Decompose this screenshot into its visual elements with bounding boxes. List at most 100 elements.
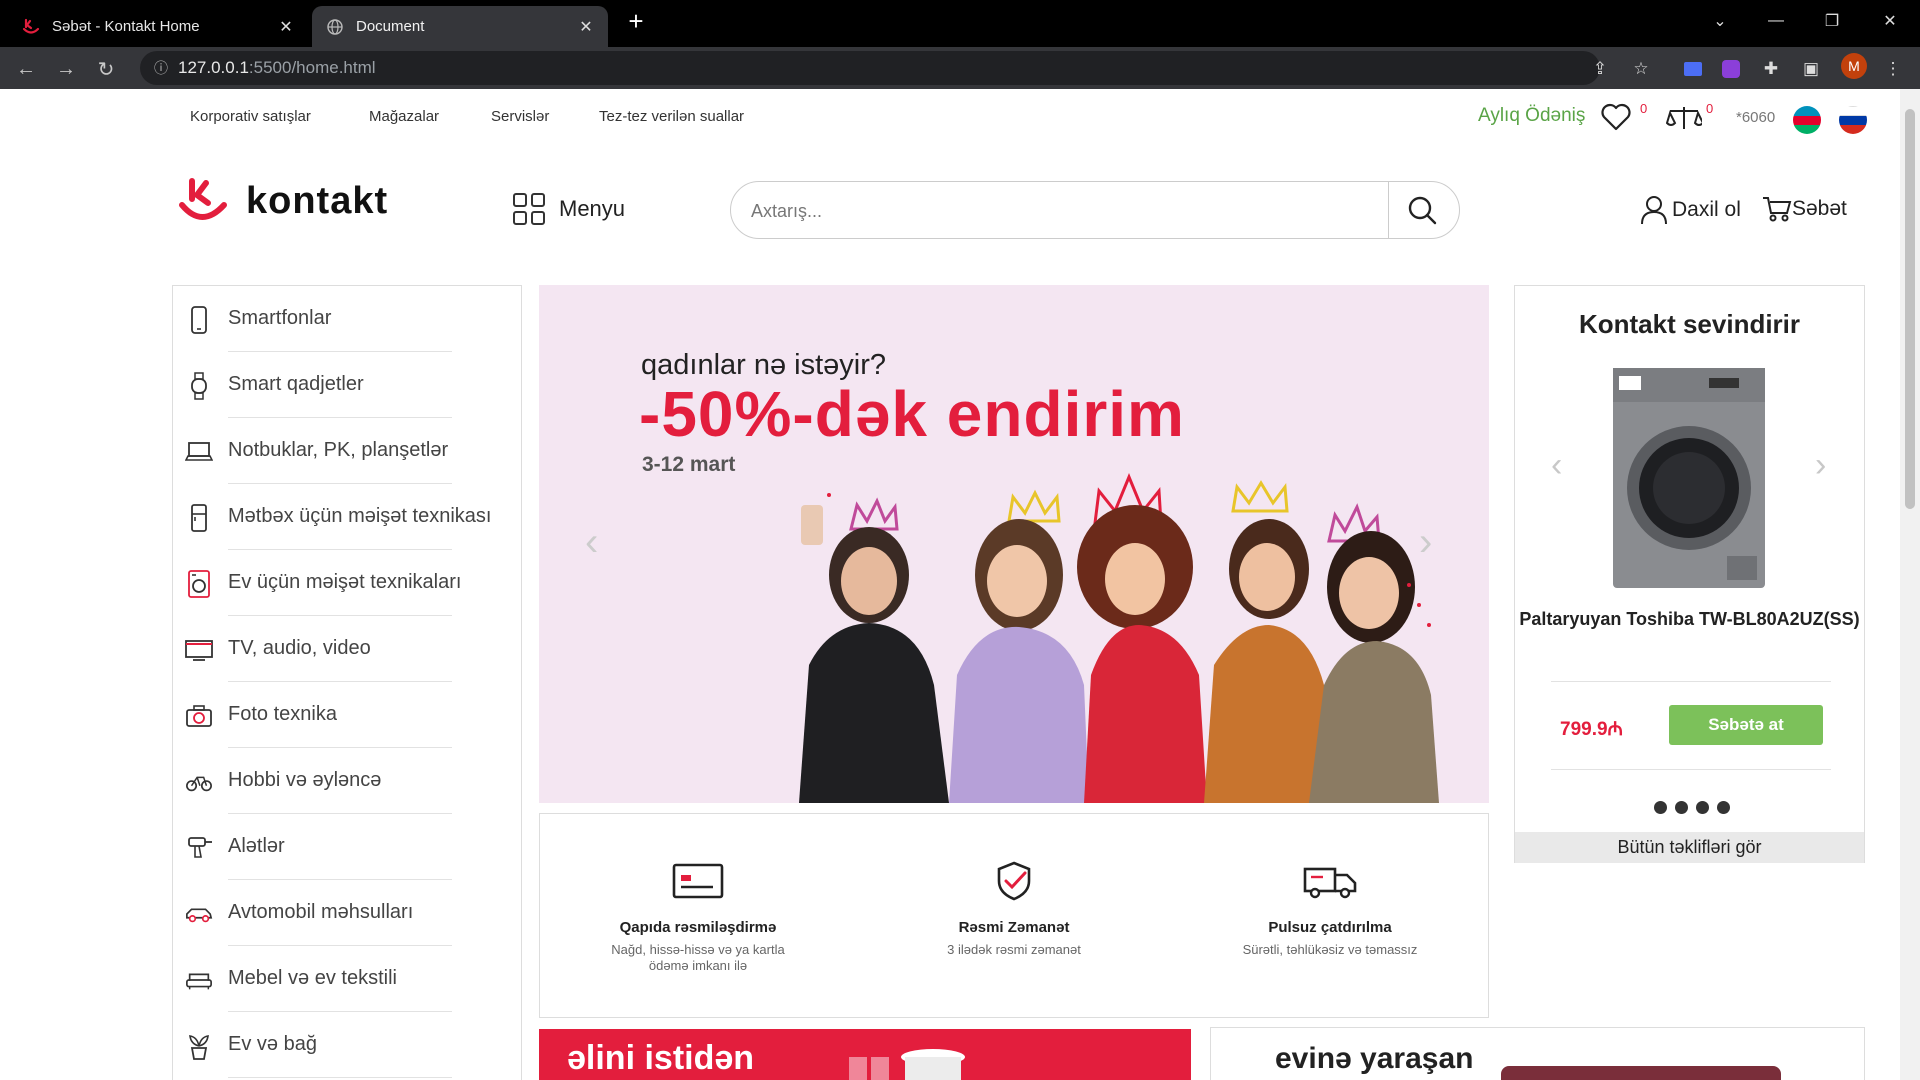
car-icon: [185, 900, 213, 928]
card-icon: [671, 861, 725, 901]
globe-icon: [326, 18, 344, 36]
shield-check-icon: [987, 861, 1041, 901]
category-label: Ev üçün məişət texnikaları: [228, 571, 462, 593]
feature-free-delivery: Pulsuz çatdırılma Sürətli, təhlükəsiz və…: [1172, 814, 1488, 1019]
banner-next-arrow-icon[interactable]: ›: [1419, 520, 1432, 565]
hero-banner[interactable]: qadınlar nə istəyir? -50%-dək endirim 3-…: [539, 285, 1489, 803]
new-tab-button[interactable]: +: [622, 8, 650, 36]
forward-icon[interactable]: →: [52, 55, 80, 83]
drill-icon: [185, 834, 213, 862]
bottom-banner-left[interactable]: əlini istidən: [539, 1029, 1191, 1080]
site-info-icon[interactable]: ⓘ: [154, 58, 168, 78]
laptop-icon: [185, 438, 213, 466]
share-icon[interactable]: ⇪: [1587, 56, 1613, 82]
close-window-button[interactable]: ✕: [1870, 6, 1910, 36]
bottom-banner-right[interactable]: evinə yaraşan: [1210, 1027, 1865, 1080]
furniture-image: [1501, 1066, 1781, 1080]
browser-tab-strip: Səbət - Kontakt Home ✕ Document ✕ + ⌄ — …: [0, 0, 1920, 47]
cart-button[interactable]: Səbət: [1762, 195, 1847, 223]
extensions-puzzle-icon[interactable]: ✚: [1758, 56, 1784, 82]
browser-toolbar: ← → ↻ ⓘ 127.0.0.1:5500/home.html ⇪ ☆ ✚ ▣…: [0, 47, 1920, 89]
category-label: Notbuklar, PK, planşetlər: [228, 439, 449, 461]
reload-icon[interactable]: ↻: [92, 55, 120, 83]
extension-blue-icon[interactable]: [1680, 56, 1706, 82]
category-label: Avtomobil məhsulları: [228, 901, 414, 923]
profile-avatar[interactable]: M: [1841, 53, 1867, 79]
cart-label: Səbət: [1792, 197, 1847, 220]
feature-desc: Nağd, hissə-hissə və ya kartla ödəmə imk…: [611, 942, 785, 973]
login-button[interactable]: Daxil ol: [1640, 195, 1741, 225]
page-scrollbar[interactable]: [1900, 89, 1920, 1080]
tab-document[interactable]: Document ✕: [312, 6, 608, 47]
kontakt-logo[interactable]: kontakt: [178, 177, 388, 225]
tab-title: Səbət - Kontakt Home: [52, 18, 200, 35]
logo-wordmark: kontakt: [246, 179, 389, 222]
category-tools[interactable]: Alətlər: [173, 814, 523, 880]
back-icon[interactable]: ←: [12, 55, 40, 83]
hotline-number[interactable]: *6060: [1736, 109, 1775, 126]
category-label: Hobbi və əyləncə: [228, 769, 382, 791]
promo-price: 799.9₼: [1560, 719, 1623, 740]
nav-faq[interactable]: Tez-tez verilən suallar: [599, 108, 744, 125]
promo-product-name[interactable]: Paltaryuyan Toshiba TW-BL80A2UZ(SS): [1515, 609, 1864, 630]
truck-icon: [1303, 861, 1357, 901]
minimize-button[interactable]: —: [1756, 6, 1796, 36]
scrollbar-thumb[interactable]: [1905, 109, 1915, 509]
catalog-menu-button[interactable]: Menyu: [513, 193, 625, 225]
flag-azerbaijan-icon[interactable]: [1793, 106, 1821, 134]
tab-close-icon[interactable]: ✕: [278, 17, 294, 37]
category-label: Mebel və ev tekstili: [228, 967, 397, 989]
bookmark-star-icon[interactable]: ☆: [1628, 56, 1654, 82]
washer-icon: [185, 570, 213, 598]
category-label: Mətbəx üçün məişət texnikası: [228, 505, 492, 527]
promo-prev-arrow-icon[interactable]: ‹: [1551, 446, 1562, 485]
category-smartphones[interactable]: Smartfonlar: [173, 286, 523, 352]
tab-search-icon[interactable]: ⌄: [1700, 6, 1740, 36]
tab-close-icon[interactable]: ✕: [578, 17, 594, 37]
tab-sebet[interactable]: Səbət - Kontakt Home ✕: [8, 6, 308, 47]
promo-next-arrow-icon[interactable]: ›: [1815, 446, 1826, 485]
nav-services[interactable]: Servislər: [491, 108, 549, 125]
heart-icon[interactable]: [1600, 103, 1632, 138]
smartphone-icon: [185, 306, 213, 334]
features-panel: Qapıda rəsmiləşdirmə Nağd, hissə-hissə v…: [539, 813, 1489, 1018]
sofa-icon: [185, 966, 213, 994]
address-bar[interactable]: ⓘ 127.0.0.1:5500/home.html: [140, 51, 1600, 85]
feature-title: Pulsuz çatdırılma: [1268, 919, 1392, 936]
chrome-menu-icon[interactable]: ⋮: [1880, 56, 1906, 82]
nav-corporate-sales[interactable]: Korporativ satışlar: [190, 108, 311, 125]
category-home-appliances[interactable]: Ev üçün məişət texnikaları: [173, 550, 523, 616]
flag-russia-icon[interactable]: [1839, 106, 1867, 134]
divider: [1551, 769, 1831, 770]
side-panel-icon[interactable]: ▣: [1798, 56, 1824, 82]
category-hobby[interactable]: Hobbi və əyləncə: [173, 748, 523, 814]
category-laptops[interactable]: Notbuklar, PK, planşetlər: [173, 418, 523, 484]
washing-machine-image[interactable]: [1609, 366, 1769, 590]
category-kitchen-appliances[interactable]: Mətbəx üçün məişət texnikası: [173, 484, 523, 550]
category-label: Smartfonlar: [228, 307, 332, 329]
category-auto[interactable]: Avtomobil məhsulları: [173, 880, 523, 946]
nav-stores[interactable]: Mağazalar: [369, 108, 439, 125]
search-input[interactable]: [751, 196, 1331, 226]
category-photo[interactable]: Foto texnika: [173, 682, 523, 748]
bottom-banner-left-text: əlini istidən: [567, 1039, 755, 1077]
monthly-payment-link[interactable]: Aylıq Ödəniş: [1478, 105, 1585, 127]
restore-button[interactable]: ❐: [1812, 6, 1852, 36]
feature-desc: Sürətli, təhlükəsiz və təmassız: [1242, 942, 1418, 957]
search-icon[interactable]: [1406, 194, 1438, 226]
menu-label: Menyu: [559, 196, 626, 221]
category-smart-gadgets[interactable]: Smart qadjetler: [173, 352, 523, 418]
promo-title: Kontakt sevindirir: [1578, 309, 1801, 339]
banner-prev-arrow-icon[interactable]: ‹: [585, 520, 598, 565]
url-path: :5500/home.html: [248, 58, 376, 77]
category-furniture[interactable]: Mebel və ev tekstili: [173, 946, 523, 1012]
category-home-garden[interactable]: Ev və bağ: [173, 1012, 523, 1078]
category-tv-audio-video[interactable]: TV, audio, video: [173, 616, 523, 682]
see-all-offers-link[interactable]: Bütün təklifləri gör: [1515, 832, 1864, 863]
bike-icon: [185, 768, 213, 796]
add-to-cart-button[interactable]: Səbətə at: [1669, 705, 1823, 745]
login-label: Daxil ol: [1672, 198, 1741, 221]
promo-carousel-dots[interactable]: [1654, 801, 1730, 814]
extension-purple-icon[interactable]: [1718, 56, 1744, 82]
compare-scales-icon[interactable]: [1665, 103, 1705, 138]
